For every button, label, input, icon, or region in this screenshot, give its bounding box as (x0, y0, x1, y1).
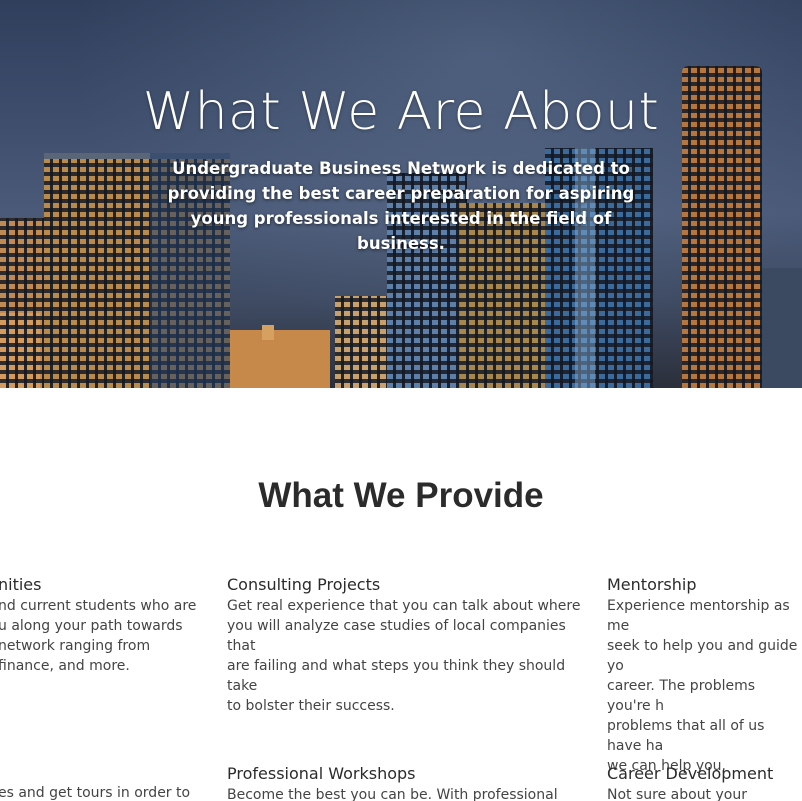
skyline-building (762, 268, 802, 388)
feature-title: Career Development (607, 764, 774, 783)
feature-title: nities (0, 575, 42, 594)
feature-description: nd current students who are u along your… (0, 598, 197, 674)
section-title: What We Provide (258, 476, 544, 515)
feature-card: Mentorship Experience mentorship as me s… (607, 574, 802, 776)
feature-card: es and get tours in order to (0, 783, 218, 801)
feature-description: Get real experience that you can talk ab… (227, 598, 581, 714)
skyline-building (230, 330, 330, 388)
skyline-building (335, 296, 390, 388)
feature-card: Professional Workshops Become the best y… (227, 763, 587, 801)
feature-title: Professional Workshops (227, 764, 416, 783)
hero-banner: What We Are About Undergraduate Business… (0, 0, 802, 388)
hero-subtitle: Undergraduate Business Network is dedica… (167, 159, 635, 253)
skyline-building (262, 325, 274, 340)
feature-card: Consulting Projects Get real experience … (227, 574, 587, 716)
feature-description: Not sure about your career? W (607, 787, 747, 801)
skyline-building (0, 313, 40, 388)
feature-title: Mentorship (607, 575, 697, 594)
feature-card: nities nd current students who are u alo… (0, 574, 218, 676)
feature-card: Career Development Not sure about your c… (607, 763, 802, 801)
feature-description: es and get tours in order to (0, 785, 191, 801)
feature-description: Experience mentorship as me seek to help… (607, 598, 798, 774)
feature-title: Consulting Projects (227, 575, 381, 594)
hero-title: What We Are About (142, 82, 660, 142)
feature-description: Become the best you can be. With profess… (227, 787, 558, 801)
